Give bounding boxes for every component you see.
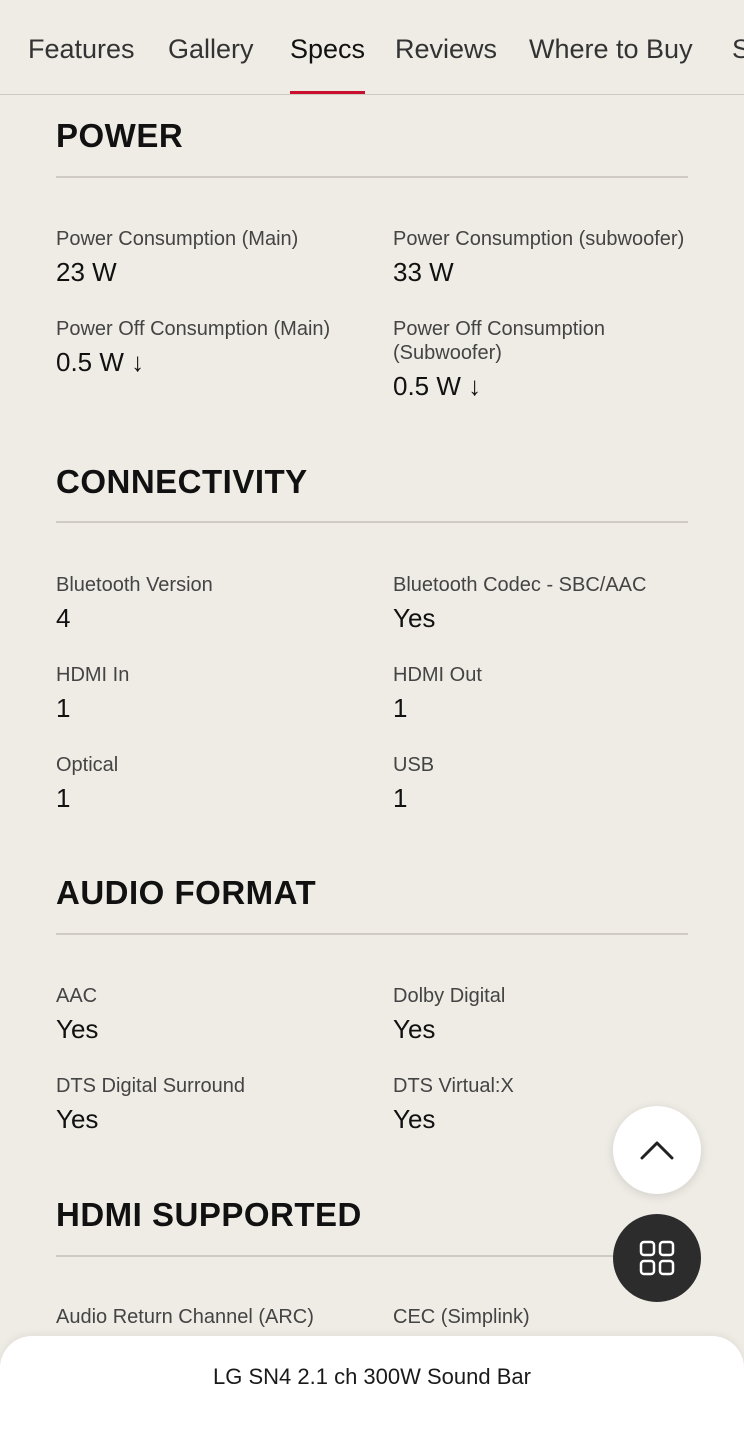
section-divider — [56, 1255, 688, 1257]
section-divider — [56, 176, 688, 178]
spec-label: Bluetooth Codec - SBC/AAC — [393, 574, 647, 596]
spec-value: 0.5 W ↓ — [56, 347, 145, 377]
spec-label: HDMI Out — [393, 664, 482, 686]
spec-label: HDMI In — [56, 664, 130, 686]
spec-label: Power Consumption (Main) — [56, 228, 299, 250]
spec-value: 1 — [393, 693, 408, 723]
spec-value: 0.5 W ↓ — [393, 371, 482, 401]
spec-label: Audio Return Channel (ARC) — [56, 1306, 314, 1328]
spec-arc: Audio Return Channel (ARC) — [56, 1305, 356, 1329]
spec-value: 23 W — [56, 257, 117, 287]
spec-value: 33 W — [393, 257, 454, 287]
tab-reviews[interactable]: Reviews — [395, 30, 497, 94]
tab-features[interactable]: Features — [28, 30, 135, 94]
spec-label: Power Consumption (subwoofer) — [393, 228, 685, 250]
spec-bluetooth-codec: Bluetooth Codec - SBC/AAC Yes — [393, 573, 693, 633]
spec-value: 1 — [393, 783, 408, 813]
spec-aac: AAC Yes — [56, 984, 356, 1044]
spec-power-consumption-subwoofer: Power Consumption (subwoofer) 33 W — [393, 227, 693, 287]
spec-bluetooth-version: Bluetooth Version 4 — [56, 573, 356, 633]
tab-specs[interactable]: Specs — [290, 30, 366, 94]
spec-label: Power Off Consumption (Main) — [56, 318, 331, 340]
section-hdmi-supported: HDMI SUPPORTED Audio Return Channel (ARC… — [56, 1195, 688, 1328]
tab-where-to-buy[interactable]: Where to Buy — [529, 30, 693, 94]
spec-label: Dolby Digital — [393, 985, 506, 1007]
spec-value: 4 — [56, 603, 71, 633]
spec-label: Bluetooth Version — [56, 574, 213, 596]
section-title-connectivity: CONNECTIVITY — [56, 463, 308, 500]
product-name: LG SN4 2.1 ch 300W Sound Bar — [213, 1364, 531, 1389]
scroll-to-top-button[interactable] — [613, 1106, 701, 1194]
tab-overflow[interactable]: S — [732, 30, 744, 94]
spec-power-off-main: Power Off Consumption (Main) 0.5 W ↓ — [56, 317, 356, 377]
chevron-up-icon — [640, 1141, 674, 1160]
section-power: POWER Power Consumption (Main) 23 W Powe… — [56, 116, 688, 401]
spec-usb: USB 1 — [393, 753, 693, 813]
spec-label: DTS Digital Surround — [56, 1075, 245, 1097]
section-title-audio-format: AUDIO FORMAT — [56, 874, 317, 911]
spec-value: 1 — [56, 693, 71, 723]
spec-optical: Optical 1 — [56, 753, 356, 813]
tab-nav: Features Gallery Specs Reviews Where to … — [0, 0, 744, 95]
spec-value: Yes — [393, 1014, 436, 1044]
spec-hdmi-out: HDMI Out 1 — [393, 663, 693, 723]
section-connectivity: CONNECTIVITY Bluetooth Version 4 Bluetoo… — [56, 462, 688, 813]
spec-label: Power Off Consumption (Subwoofer) — [393, 318, 605, 364]
spec-value: 1 — [56, 783, 71, 813]
spec-value: Yes — [393, 603, 436, 633]
spec-label: AAC — [56, 985, 98, 1007]
spec-dts-digital-surround: DTS Digital Surround Yes — [56, 1074, 356, 1134]
product-bar[interactable]: LG SN4 2.1 ch 300W Sound Bar — [0, 1336, 744, 1440]
spec-value: Yes — [56, 1104, 99, 1134]
spec-cec-simplink: CEC (Simplink) — [393, 1305, 693, 1329]
spec-label: DTS Virtual:X — [393, 1075, 514, 1097]
spec-label: CEC (Simplink) — [393, 1306, 530, 1328]
spec-power-consumption-main: Power Consumption (Main) 23 W — [56, 227, 356, 287]
grid-icon — [639, 1240, 675, 1276]
spec-value: Yes — [56, 1014, 99, 1044]
spec-hdmi-in: HDMI In 1 — [56, 663, 356, 723]
section-title-power: POWER — [56, 117, 184, 154]
section-divider — [56, 933, 688, 935]
specs-page: Features Gallery Specs Reviews Where to … — [0, 0, 744, 1440]
spec-label: USB — [393, 754, 435, 776]
menu-button[interactable] — [613, 1214, 701, 1302]
section-divider — [56, 521, 688, 523]
section-title-hdmi-supported: HDMI SUPPORTED — [56, 1196, 362, 1233]
tab-gallery[interactable]: Gallery — [168, 30, 254, 94]
spec-dolby-digital: Dolby Digital Yes — [393, 984, 693, 1044]
section-audio-format: AUDIO FORMAT AAC Yes Dolby Digital Yes D… — [56, 873, 688, 1134]
spec-power-off-subwoofer: Power Off Consumption (Subwoofer) 0.5 W … — [393, 317, 633, 401]
spec-label: Optical — [56, 754, 119, 776]
